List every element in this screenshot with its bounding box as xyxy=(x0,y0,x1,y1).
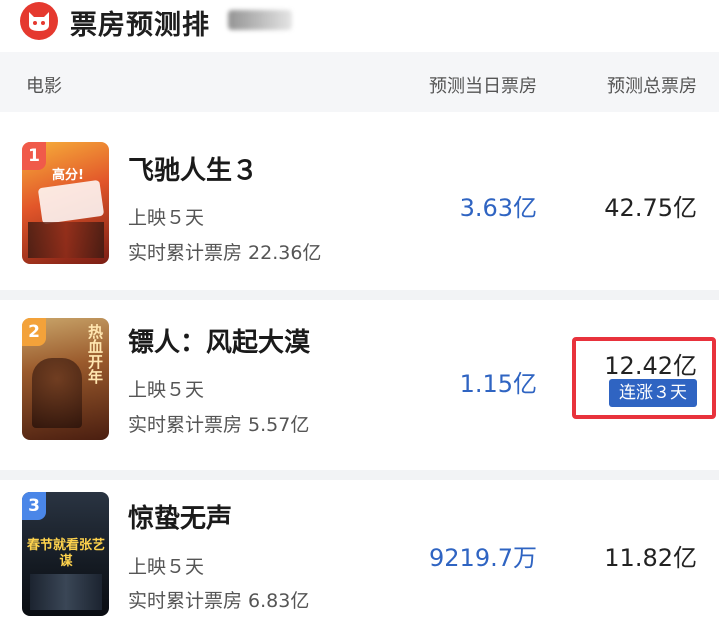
movie-row[interactable]: 1 高分! 飞驰人生３ 上映５天 实时累计票房 22.36亿 3.63亿 42.… xyxy=(0,120,719,290)
page-title: 票房预测排 xyxy=(70,10,210,41)
column-header-today-forecast[interactable]: 预测当日票房 xyxy=(429,72,537,98)
row-divider xyxy=(0,470,719,480)
forecast-today-value: 1.15亿 xyxy=(459,370,537,398)
days-in-release: 上映５天 xyxy=(128,207,205,229)
rank-badge: 1 xyxy=(22,142,46,170)
poster-tagline: 春节就看张艺谋 xyxy=(26,538,105,569)
rank-badge: 3 xyxy=(22,492,46,520)
cumulative-box-office: 实时累计票房 5.57亿 xyxy=(128,414,310,436)
movie-poster[interactable]: 3 春节就看张艺谋 xyxy=(22,492,109,616)
rank-badge: 2 xyxy=(22,318,46,346)
movie-title[interactable]: 飞驰人生３ xyxy=(128,150,258,187)
cumulative-box-office: 实时累计票房 22.36亿 xyxy=(128,242,322,264)
movie-poster[interactable]: 2 热血开年 xyxy=(22,318,109,440)
forecast-today-value: 9219.7万 xyxy=(429,544,537,572)
table-header: 电影 预测当日票房 预测总票房 xyxy=(0,52,719,112)
movie-title[interactable]: 惊蛰无声 xyxy=(128,498,232,535)
movie-title[interactable]: 镖人：风起大漠 xyxy=(128,322,310,359)
cumulative-box-office: 实时累计票房 6.83亿 xyxy=(128,590,310,612)
poster-tagline: 热血开年 xyxy=(86,324,104,384)
days-in-release: 上映５天 xyxy=(128,379,205,401)
blurred-title-remainder xyxy=(228,10,292,30)
movie-poster[interactable]: 1 高分! xyxy=(22,142,109,264)
top-bar: 票房预测排 xyxy=(0,0,719,48)
column-header-movie: 电影 xyxy=(26,76,62,97)
days-in-release: 上映５天 xyxy=(128,556,205,578)
rising-streak-badge: 连涨３天 xyxy=(609,379,697,407)
row-divider xyxy=(0,290,719,300)
poster-tagline: 高分! xyxy=(52,168,84,183)
column-header-total-forecast[interactable]: 预测总票房 xyxy=(607,72,697,98)
movie-row[interactable]: 3 春节就看张艺谋 惊蛰无声 上映５天 实时累计票房 6.83亿 9219.7万… xyxy=(0,480,719,638)
forecast-today-value: 3.63亿 xyxy=(459,194,537,222)
cat-logo-icon xyxy=(20,2,58,40)
forecast-total-value: 11.82亿 xyxy=(604,544,697,572)
forecast-total-value: 42.75亿 xyxy=(604,194,697,222)
